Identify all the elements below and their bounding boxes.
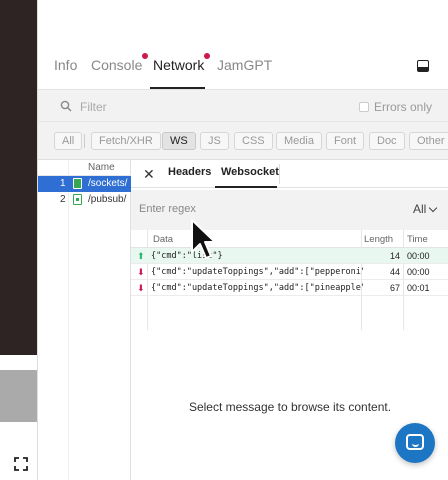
divider — [279, 164, 280, 184]
websocket-file-icon — [73, 194, 82, 205]
active-tab-indicator — [150, 87, 205, 89]
request-number: 2 — [60, 194, 66, 205]
filter-bar: Filter Errors only — [38, 90, 448, 122]
request-row[interactable]: 2 /pubsub/ — [38, 192, 131, 208]
request-name: /sockets/ — [88, 178, 128, 189]
notification-dot — [142, 53, 149, 59]
message-time: 00:00 — [407, 267, 430, 277]
type-filter-fetch-xhr[interactable]: Fetch/XHR — [91, 132, 161, 150]
request-number: 1 — [60, 178, 66, 189]
host-page-gray-area — [0, 370, 37, 422]
chat-icon — [406, 434, 424, 450]
devtools-panel: Info Console Network JamGPT Filter Error… — [37, 0, 448, 480]
type-filter-font[interactable]: Font — [326, 132, 365, 150]
devtools-tabs: Info Console Network JamGPT — [38, 42, 448, 90]
tab-info[interactable]: Info — [54, 57, 77, 73]
notification-dot — [204, 53, 211, 59]
search-icon — [60, 100, 72, 112]
message-table-header: Data Length Time — [131, 230, 448, 248]
message-row[interactable]: ⬇ {"cmd":"updateToppings","add":["pepper… — [131, 264, 448, 280]
detail-tabs: ✕ Headers Websocket — [131, 160, 448, 188]
expand-icon[interactable] — [12, 455, 30, 473]
message-length: 67 — [389, 283, 400, 293]
time-column-header[interactable]: Time — [407, 234, 428, 245]
message-time: 00:00 — [407, 251, 430, 261]
filter-input[interactable]: Filter — [80, 100, 107, 114]
received-arrow-icon: ⬇ — [137, 283, 145, 293]
received-arrow-icon: ⬇ — [137, 267, 145, 277]
message-data: {"cmd":"updateToppings","add":["pepperon… — [151, 267, 363, 277]
request-list: Name 1 /sockets/ 2 /pubsub/ — [38, 160, 131, 480]
mouse-cursor-icon — [191, 219, 216, 259]
chat-button[interactable] — [395, 423, 435, 463]
data-column-header[interactable]: Data — [153, 234, 173, 245]
dock-bottom-icon[interactable] — [417, 60, 429, 72]
chevron-down-icon — [429, 203, 438, 213]
host-page-dark-area — [0, 0, 37, 355]
message-data: {"cmd":"list"} — [151, 251, 223, 261]
message-table: Data Length Time ⬆ {"cmd":"list"} 14 00:… — [131, 230, 448, 330]
message-time: 00:01 — [407, 283, 430, 293]
errors-only-checkbox[interactable] — [359, 102, 369, 112]
type-filter-all[interactable]: All — [54, 132, 83, 150]
message-data: {"cmd":"updateToppings","add":["pineappl… — [151, 283, 363, 293]
type-filter-js[interactable]: JS — [200, 132, 229, 150]
name-column-header[interactable]: Name — [88, 162, 115, 173]
type-filters: All Fetch/XHR WS JS CSS Media Font Doc O… — [38, 122, 448, 160]
sent-arrow-icon: ⬆ — [137, 251, 145, 261]
type-filter-css[interactable]: CSS — [234, 132, 273, 150]
type-filter-media[interactable]: Media — [276, 132, 322, 150]
regex-input[interactable]: Enter regex — [139, 203, 196, 215]
column-divider — [68, 160, 69, 480]
type-filter-other[interactable]: Other — [409, 132, 448, 150]
divider — [84, 134, 85, 148]
type-filter-ws[interactable]: WS — [162, 132, 196, 150]
request-list-header: Name — [38, 160, 131, 480]
message-length: 44 — [389, 267, 400, 277]
message-row[interactable]: ⬇ {"cmd":"updateToppings","add":["pineap… — [131, 280, 448, 296]
active-tab-indicator — [215, 186, 277, 188]
tab-jamgpt[interactable]: JamGPT — [217, 57, 272, 73]
direction-select[interactable]: All — [413, 202, 438, 216]
errors-only-label: Errors only — [374, 100, 433, 114]
message-length: 14 — [389, 251, 400, 261]
close-icon[interactable]: ✕ — [143, 166, 155, 183]
request-row[interactable]: 1 /sockets/ — [38, 176, 131, 192]
websocket-file-icon — [73, 178, 82, 189]
request-name: /pubsub/ — [88, 194, 127, 205]
tab-headers[interactable]: Headers — [168, 166, 211, 178]
message-row[interactable]: ⬆ {"cmd":"list"} 14 00:00 — [131, 248, 448, 264]
length-column-header[interactable]: Length — [364, 234, 393, 245]
direction-select-value: All — [413, 202, 427, 216]
message-filter-bar: Enter regex All — [131, 190, 448, 230]
type-filter-doc[interactable]: Doc — [369, 132, 405, 150]
tab-websocket[interactable]: Websocket — [221, 166, 279, 178]
empty-state-text: Select message to browse its content. — [188, 400, 392, 414]
host-page-strip — [0, 0, 37, 480]
tab-network[interactable]: Network — [153, 53, 211, 73]
tab-console[interactable]: Console — [91, 53, 149, 73]
